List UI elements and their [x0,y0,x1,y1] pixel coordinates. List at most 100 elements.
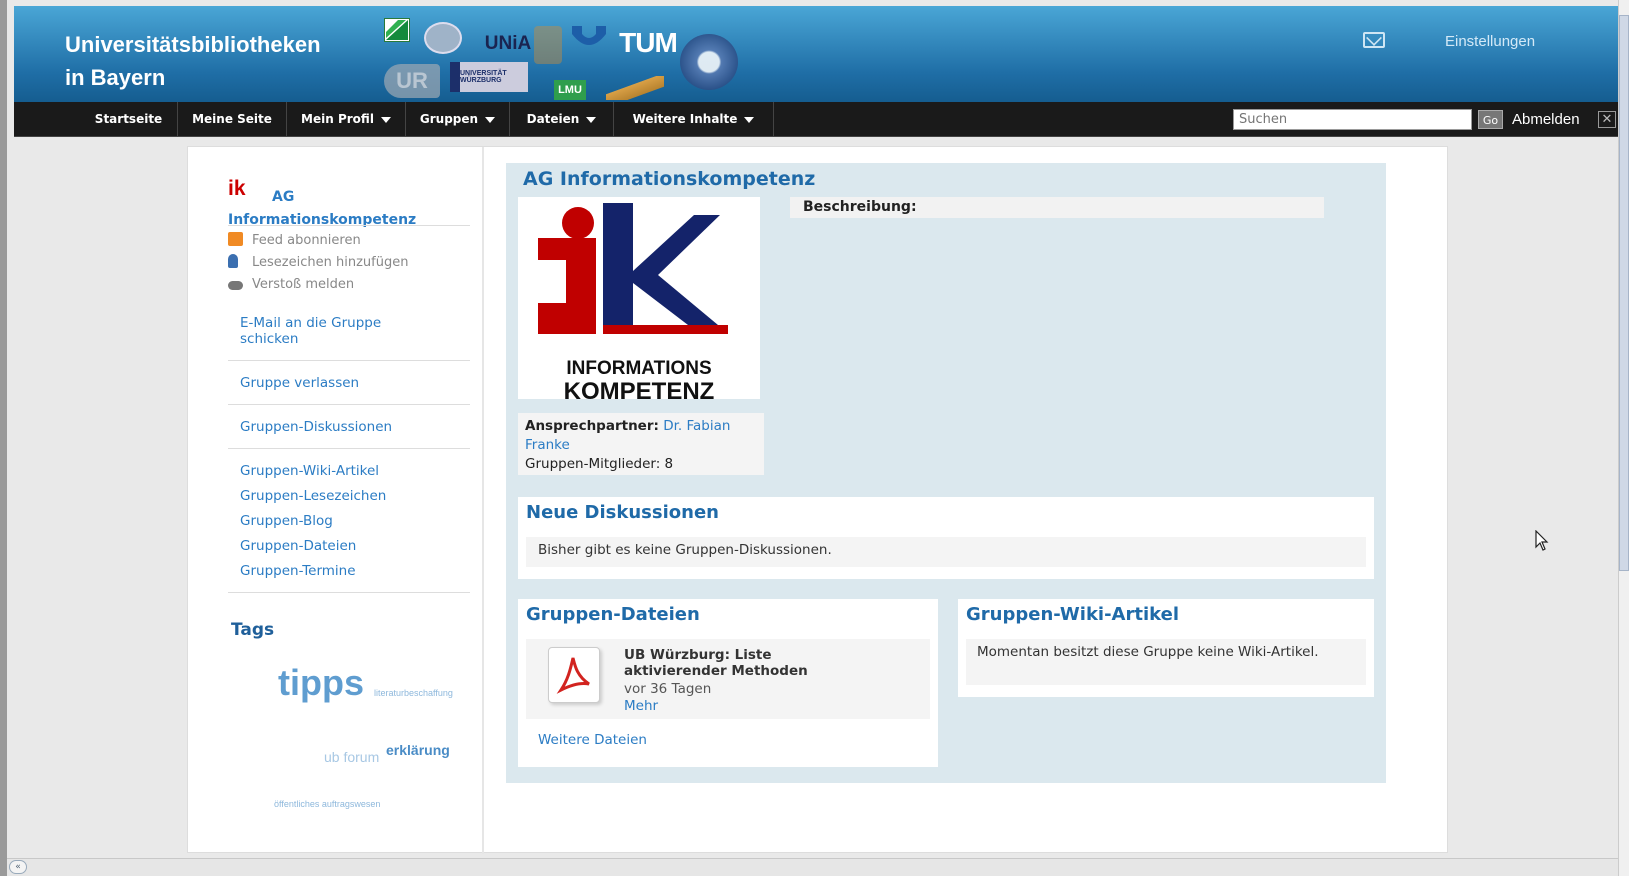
wiki-title: Gruppen-Wiki-Artikel [966,604,1180,625]
wiki-content: Momentan besitzt diese Gruppe keine Wiki… [966,639,1366,685]
members-count: 8 [664,456,674,472]
tag-cloud: tipps literaturbeschaffung erklärung ub … [268,662,498,842]
sidebar-files-link[interactable]: Gruppen-Dateien [240,538,356,554]
nav-dateien-label: Dateien [526,112,580,126]
discussions-empty-text: Bisher gibt es keine Gruppen-Diskussione… [538,542,832,558]
nav-weitere-inhalte-label: Weitere Inhalte [632,112,738,126]
sidebar-discussions-link[interactable]: Gruppen-Diskussionen [240,419,392,435]
green-flag-logo [384,18,410,42]
mouse-cursor-icon [1535,530,1549,551]
chevron-down-icon [586,116,597,123]
report-icon [228,281,243,290]
page-title: AG Informationskompetenz [523,168,816,190]
scroll-left-icon[interactable]: « [9,860,27,874]
logo-line1: INFORMATIONS [566,358,712,379]
nav-dateien[interactable]: Dateien [510,102,614,137]
sidebar-wiki-link[interactable]: Gruppen-Wiki-Artikel [240,463,379,479]
tag-erklaerung[interactable]: erklärung [386,742,450,758]
blue-emblem-logo [570,24,608,50]
partner-logos: UNiA TUM UR UNIVERSITÄT WÜRZBURG LMU [384,18,784,102]
rss-icon [228,232,243,246]
contact-label: Ansprechpartner: [525,418,659,434]
sidebar-blog-link[interactable]: Gruppen-Blog [240,513,333,529]
nav-meine-seite[interactable]: Meine Seite [178,102,287,137]
report-link[interactable]: Verstoß melden [228,276,354,294]
tag-literaturbeschaffung[interactable]: literaturbeschaffung [374,688,453,698]
nav-gruppen-label: Gruppen [419,112,479,126]
group-info: Ansprechpartner: Dr. Fabian Franke Grupp… [518,413,764,475]
discussions-content: Bisher gibt es keine Gruppen-Diskussione… [526,537,1366,567]
logo-line2: KOMPETENZ [563,378,715,405]
files-panel: Gruppen-Dateien UB Würzburg: Liste aktiv… [518,599,938,767]
university-seal-logo [424,22,462,54]
lmu-logo: LMU [554,80,586,100]
site-title-line2: in Bayern [65,65,166,90]
page-content: ik AG Informationskompetenz Feed abonnie… [187,146,1448,854]
file-title-link[interactable]: UB Würzburg: Liste aktivierender Methode… [624,647,864,679]
files-title: Gruppen-Dateien [526,604,700,625]
description-field: Beschreibung: [790,197,1324,218]
divider [228,448,470,449]
chevron-down-icon [744,116,755,123]
wiki-panel: Gruppen-Wiki-Artikel Momentan besitzt di… [958,599,1374,697]
nav-startseite[interactable]: Startseite [80,102,178,137]
nav-startseite-label: Startseite [94,112,163,126]
nav-weitere-inhalte[interactable]: Weitere Inhalte [614,102,774,137]
divider [228,592,470,593]
tag-oeffentliches-auftragswesen[interactable]: öffentliches auftragswesen [274,799,380,809]
nav-mein-profil-label: Mein Profil [301,112,374,126]
members-row: Gruppen-Mitglieder: 8 [525,455,757,474]
add-bookmark-link[interactable]: Lesezeichen hinzufügen [228,254,408,272]
sidebar-leave-group-link[interactable]: Gruppe verlassen [240,375,359,391]
nav-gruppen[interactable]: Gruppen [406,102,510,137]
file-age: vor 36 Tagen [624,681,712,697]
tags-title: Tags [231,620,275,640]
more-files-link[interactable]: Weitere Dateien [538,732,647,748]
logout-link[interactable]: Abmelden [1512,102,1580,137]
search-go-button[interactable]: Go [1478,110,1503,129]
divider [228,360,470,361]
close-icon[interactable]: ✕ [1598,111,1616,128]
tag-ub-forum[interactable]: ub forum [324,749,379,765]
winged-logo [606,76,664,100]
file-more-link[interactable]: Mehr [624,698,658,714]
group-main: AG Informationskompetenz INFORMATIONS KO… [506,163,1386,783]
crest-logo [534,26,562,64]
sidebar-email-group-link[interactable]: E-Mail an die Gruppe schicken [240,315,440,347]
members-label: Gruppen-Mitglieder: [525,456,661,472]
group-sidebar: ik AG Informationskompetenz Feed abonnie… [188,147,484,854]
divider [228,225,470,226]
settings-link[interactable]: Einstellungen [1445,33,1535,50]
site-title-line1: Universitätsbibliotheken [65,32,321,57]
nav-mein-profil[interactable]: Mein Profil [287,102,406,137]
feed-subscribe-label: Feed abonnieren [252,233,361,248]
contact-row: Ansprechpartner: Dr. Fabian Franke [525,417,757,455]
unia-logo: UNiA [484,33,532,54]
nav-meine-seite-label: Meine Seite [192,112,272,126]
site-title[interactable]: Universitätsbibliotheken in Bayern [65,28,321,94]
ur-logo: UR [384,64,440,98]
chevron-down-icon [380,116,391,123]
chevron-down-icon [485,116,496,123]
sidebar-events-link[interactable]: Gruppen-Termine [240,563,356,579]
horizontal-scrollbar[interactable] [7,858,1618,876]
report-label: Verstoß melden [252,277,355,292]
main-navbar: Startseite Meine Seite Mein Profil Grupp… [14,102,1625,137]
wuerzburg-logo: UNIVERSITÄT WÜRZBURG [450,62,528,92]
group-logo-text: INFORMATIONS KOMPETENZ [518,357,760,405]
ik-logo-graphic [538,203,728,334]
round-seal-logo [680,34,738,90]
vertical-scrollbar-thumb[interactable] [1619,15,1629,571]
discussions-title: Neue Diskussionen [526,502,719,523]
group-logo: INFORMATIONS KOMPETENZ [518,197,760,404]
feed-subscribe-link[interactable]: Feed abonnieren [228,232,361,250]
mail-icon[interactable] [1363,32,1385,48]
divider [228,404,470,405]
bookmark-icon [228,254,238,268]
sidebar-bookmarks-link[interactable]: Gruppen-Lesezeichen [240,488,386,504]
tag-tipps[interactable]: tipps [278,662,364,704]
pdf-file-icon[interactable] [548,647,600,703]
search-input[interactable] [1233,109,1472,130]
tum-logo: TUM [619,27,678,58]
site-header: Universitätsbibliotheken in Bayern UNiA … [14,6,1625,102]
